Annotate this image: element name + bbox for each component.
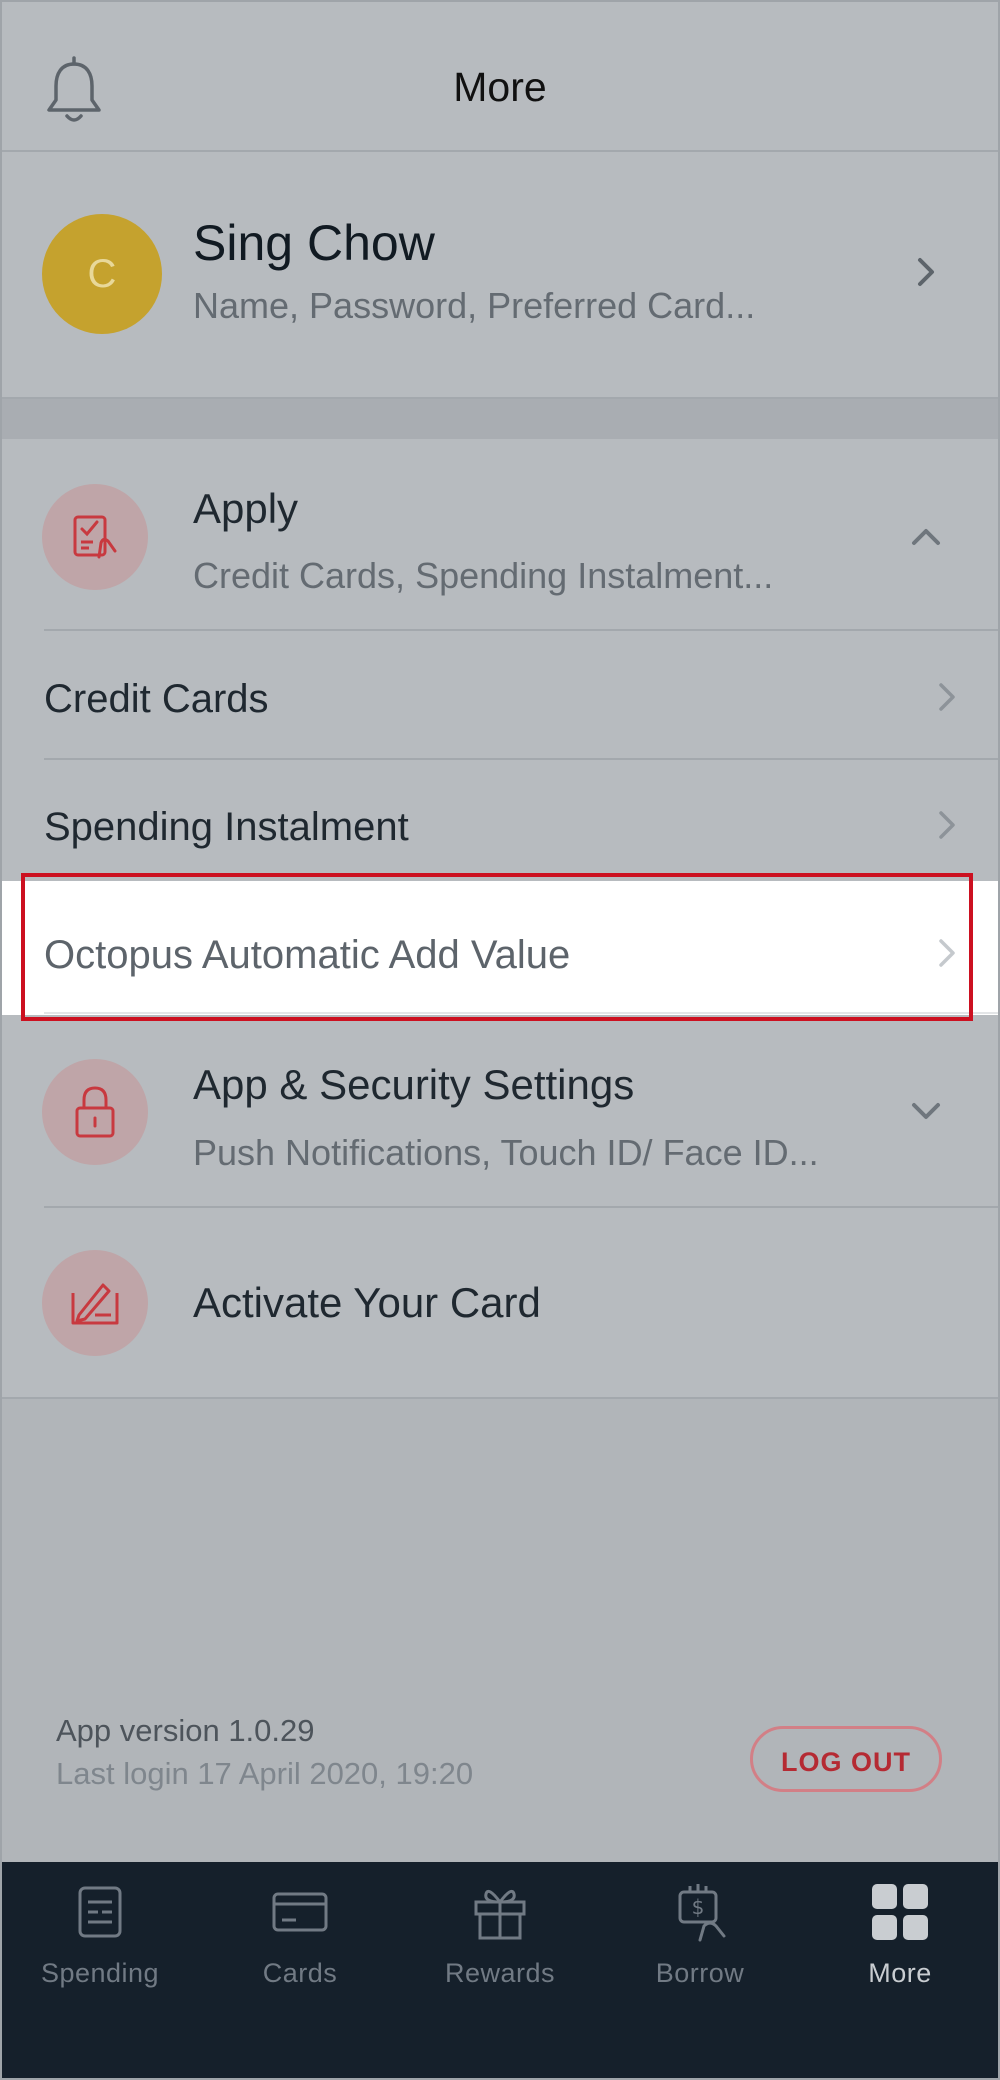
header-bar: More <box>0 0 1000 152</box>
tab-more-label: More <box>868 1958 932 1988</box>
tab-borrow[interactable]: $ Borrow <box>600 1876 800 2006</box>
spending-icon <box>78 1886 122 1938</box>
apply-form-icon <box>42 484 148 590</box>
credit-cards-label: Credit Cards <box>44 677 269 721</box>
bottom-tab-bar: Spending Cards Rewards $ Borrow More <box>0 1862 1000 2080</box>
settings-subtitle: Push Notifications, Touch ID/ Face ID... <box>193 1132 819 1173</box>
divider <box>44 1206 1000 1208</box>
chevron-right-icon <box>906 252 946 292</box>
avatar: C <box>42 214 162 334</box>
card-sign-icon <box>42 1250 148 1356</box>
money-hand-icon: $ <box>678 1884 726 1942</box>
divider <box>44 758 1000 760</box>
grid-icon <box>872 1884 928 1940</box>
last-login: Last login 17 April 2020, 19:20 <box>56 1756 474 1791</box>
tab-cards[interactable]: Cards <box>200 1876 400 2006</box>
profile-name: Sing Chow <box>193 215 435 271</box>
tab-borrow-label: Borrow <box>655 1958 745 1988</box>
activate-card-title: Activate Your Card <box>193 1279 541 1326</box>
spending-instalment-label: Spending Instalment <box>44 805 409 849</box>
tab-cards-label: Cards <box>262 1958 338 1988</box>
more-screen: More C Sing Chow Name, Password, Preferr… <box>0 0 1000 2080</box>
logout-button[interactable]: LOG OUT <box>750 1726 942 1792</box>
section-spacer <box>0 399 1000 439</box>
card-icon <box>272 1892 328 1932</box>
divider <box>44 629 1000 631</box>
page-title: More <box>453 64 547 110</box>
gift-icon <box>474 1889 526 1940</box>
chevron-up-icon <box>906 517 946 557</box>
apply-subtitle: Credit Cards, Spending Instalment... <box>193 555 774 596</box>
app-version: App version 1.0.29 <box>56 1713 315 1748</box>
settings-title: App & Security Settings <box>193 1061 635 1108</box>
chevron-down-icon <box>906 1091 946 1131</box>
profile-row[interactable]: C Sing Chow Name, Password, Preferred Ca… <box>0 152 1000 399</box>
chevron-right-icon <box>927 677 967 717</box>
tab-more[interactable]: More <box>800 1876 1000 2006</box>
highlight-frame <box>21 873 973 1021</box>
tab-rewards[interactable]: Rewards <box>400 1876 600 2006</box>
tab-spending[interactable]: Spending <box>0 1876 200 2006</box>
lock-icon <box>42 1059 148 1165</box>
apply-title: Apply <box>193 485 299 532</box>
chevron-right-icon <box>927 805 967 845</box>
profile-subtitle: Name, Password, Preferred Card... <box>193 285 756 326</box>
svg-text:$: $ <box>692 1895 705 1919</box>
tab-spending-label: Spending <box>40 1958 160 1988</box>
tab-rewards-label: Rewards <box>444 1958 556 1988</box>
